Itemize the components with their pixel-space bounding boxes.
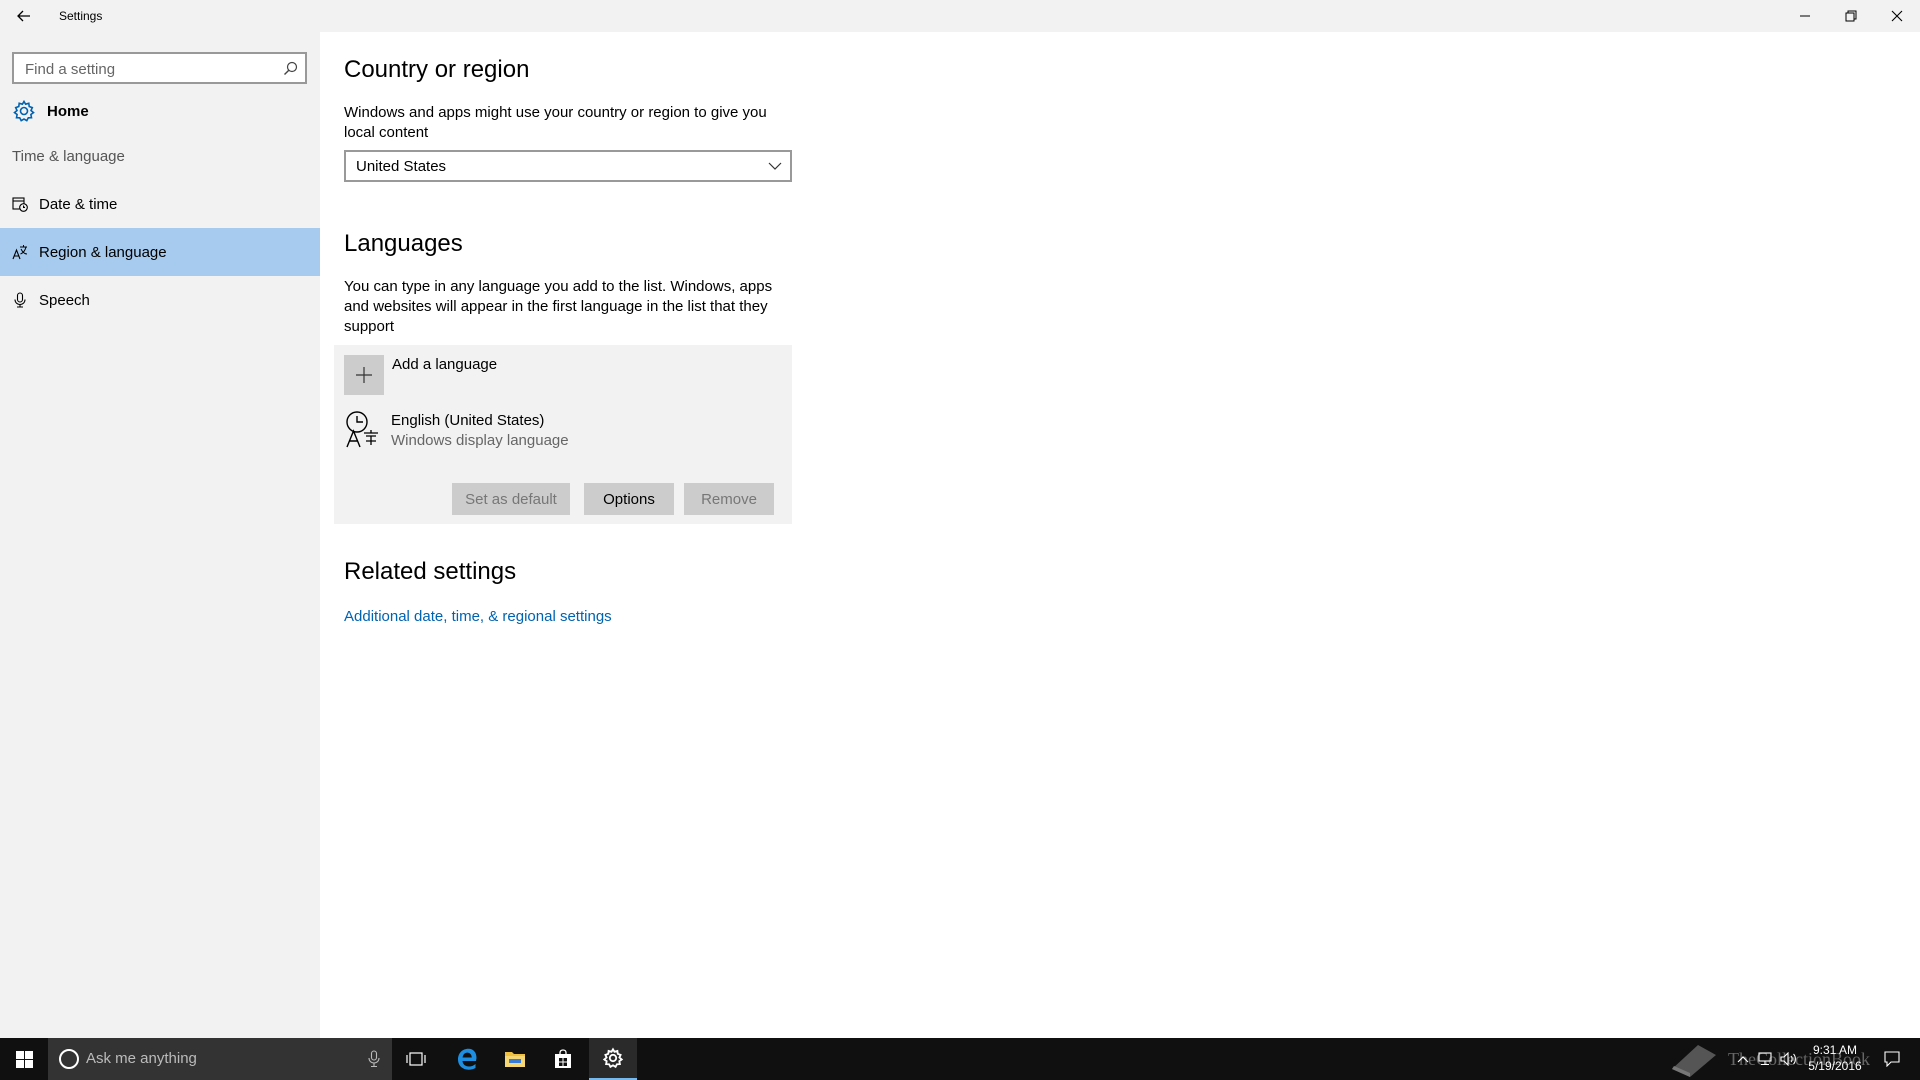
clock-date: 5/19/2016 [1808,1059,1862,1073]
taskbar-edge[interactable] [443,1038,491,1080]
task-view-button[interactable] [392,1038,440,1080]
options-button[interactable]: Options [584,483,674,515]
taskbar-file-explorer[interactable] [491,1038,539,1080]
folder-icon [505,1052,525,1067]
languages-heading: Languages [344,230,463,257]
sidebar-item-speech[interactable]: Speech [0,276,320,324]
home-label: Home [47,102,89,120]
notification-icon [1884,1051,1900,1067]
task-view-icon [406,1052,426,1066]
network-icon [1758,1052,1772,1066]
group-label: Time & language [12,148,125,165]
tray-overflow-button[interactable] [1734,1038,1752,1080]
gear-icon [602,1047,624,1069]
minimize-icon [1800,15,1810,17]
windows-logo-icon [15,1050,33,1068]
store-bag-icon [555,1049,571,1068]
home-nav[interactable]: Home [12,96,89,126]
volume-icon [1780,1052,1796,1066]
country-region-dropdown[interactable]: United States [344,150,792,182]
cortana-icon [59,1049,79,1069]
sidebar-item-label: Date & time [39,195,118,213]
country-region-heading: Country or region [344,56,530,83]
language-list-item[interactable]: English (United States) Windows display … [334,403,792,463]
sidebar-item-label: Speech [39,291,90,309]
window-title: Settings [59,9,103,23]
set-as-default-button[interactable]: Set as default [452,483,570,515]
title-bar: Settings [0,0,1920,32]
sidebar-item-label: Region & language [39,243,167,261]
additional-regional-settings-link[interactable]: Additional date, time, & regional settin… [344,608,612,625]
chevron-up-icon [1737,1056,1749,1063]
related-settings-heading: Related settings [344,558,517,585]
start-button[interactable] [0,1038,48,1080]
country-region-description: Windows and apps might use your country … [344,104,767,141]
back-arrow-icon [17,10,30,22]
search-input[interactable]: Find a setting [12,52,307,84]
languages-panel: Add a language English (United States) W… [334,345,792,524]
add-language-label: Add a language [392,356,498,373]
plus-icon [356,367,372,383]
search-icon[interactable] [283,61,298,76]
region-language-icon [12,245,28,260]
chevron-down-icon [768,162,782,170]
book-logo-icon [1672,1045,1716,1077]
add-language-button[interactable]: Add a language [334,345,792,403]
restore-icon [1845,10,1857,22]
close-button[interactable] [1874,0,1920,32]
add-language-tile [344,355,384,395]
network-tray-button[interactable] [1754,1038,1776,1080]
edge-icon [458,1048,477,1070]
restore-button[interactable] [1828,0,1874,32]
microphone-icon [14,292,26,308]
taskbar: Ask me anything TheCollectionBook 9:31 A… [0,1038,1920,1080]
close-icon [1891,10,1903,22]
languages-description: You can type in any language you add to … [344,278,773,335]
cortana-placeholder: Ask me anything [86,1050,197,1067]
sidebar: Find a setting Home Time & language Date… [0,32,320,1038]
cortana-search-box[interactable]: Ask me anything [48,1038,392,1080]
sidebar-item-region-language[interactable]: Region & language [0,228,320,276]
clock-time: 9:31 AM [1812,1043,1858,1057]
language-display-icon [346,411,378,448]
remove-button[interactable]: Remove [684,483,774,515]
taskbar-store[interactable] [539,1038,587,1080]
sidebar-item-date-time[interactable]: Date & time [0,180,320,228]
language-name: English (United States) [391,412,545,429]
calendar-clock-icon [12,197,28,212]
tray-clock[interactable]: 9:31 AM 5/19/2016 [1800,1042,1870,1074]
microphone-icon[interactable] [368,1050,380,1068]
language-subtitle: Windows display language [391,432,569,449]
minimize-button[interactable] [1782,0,1828,32]
gear-icon [13,99,35,122]
country-region-value: United States [356,158,447,175]
taskbar-settings[interactable] [589,1038,637,1080]
main-content: Country or region Windows and apps might… [334,32,1914,1038]
volume-tray-button[interactable] [1778,1038,1800,1080]
action-center-button[interactable] [1874,1038,1910,1080]
back-button[interactable] [0,0,48,32]
search-placeholder: Find a setting [25,61,116,78]
